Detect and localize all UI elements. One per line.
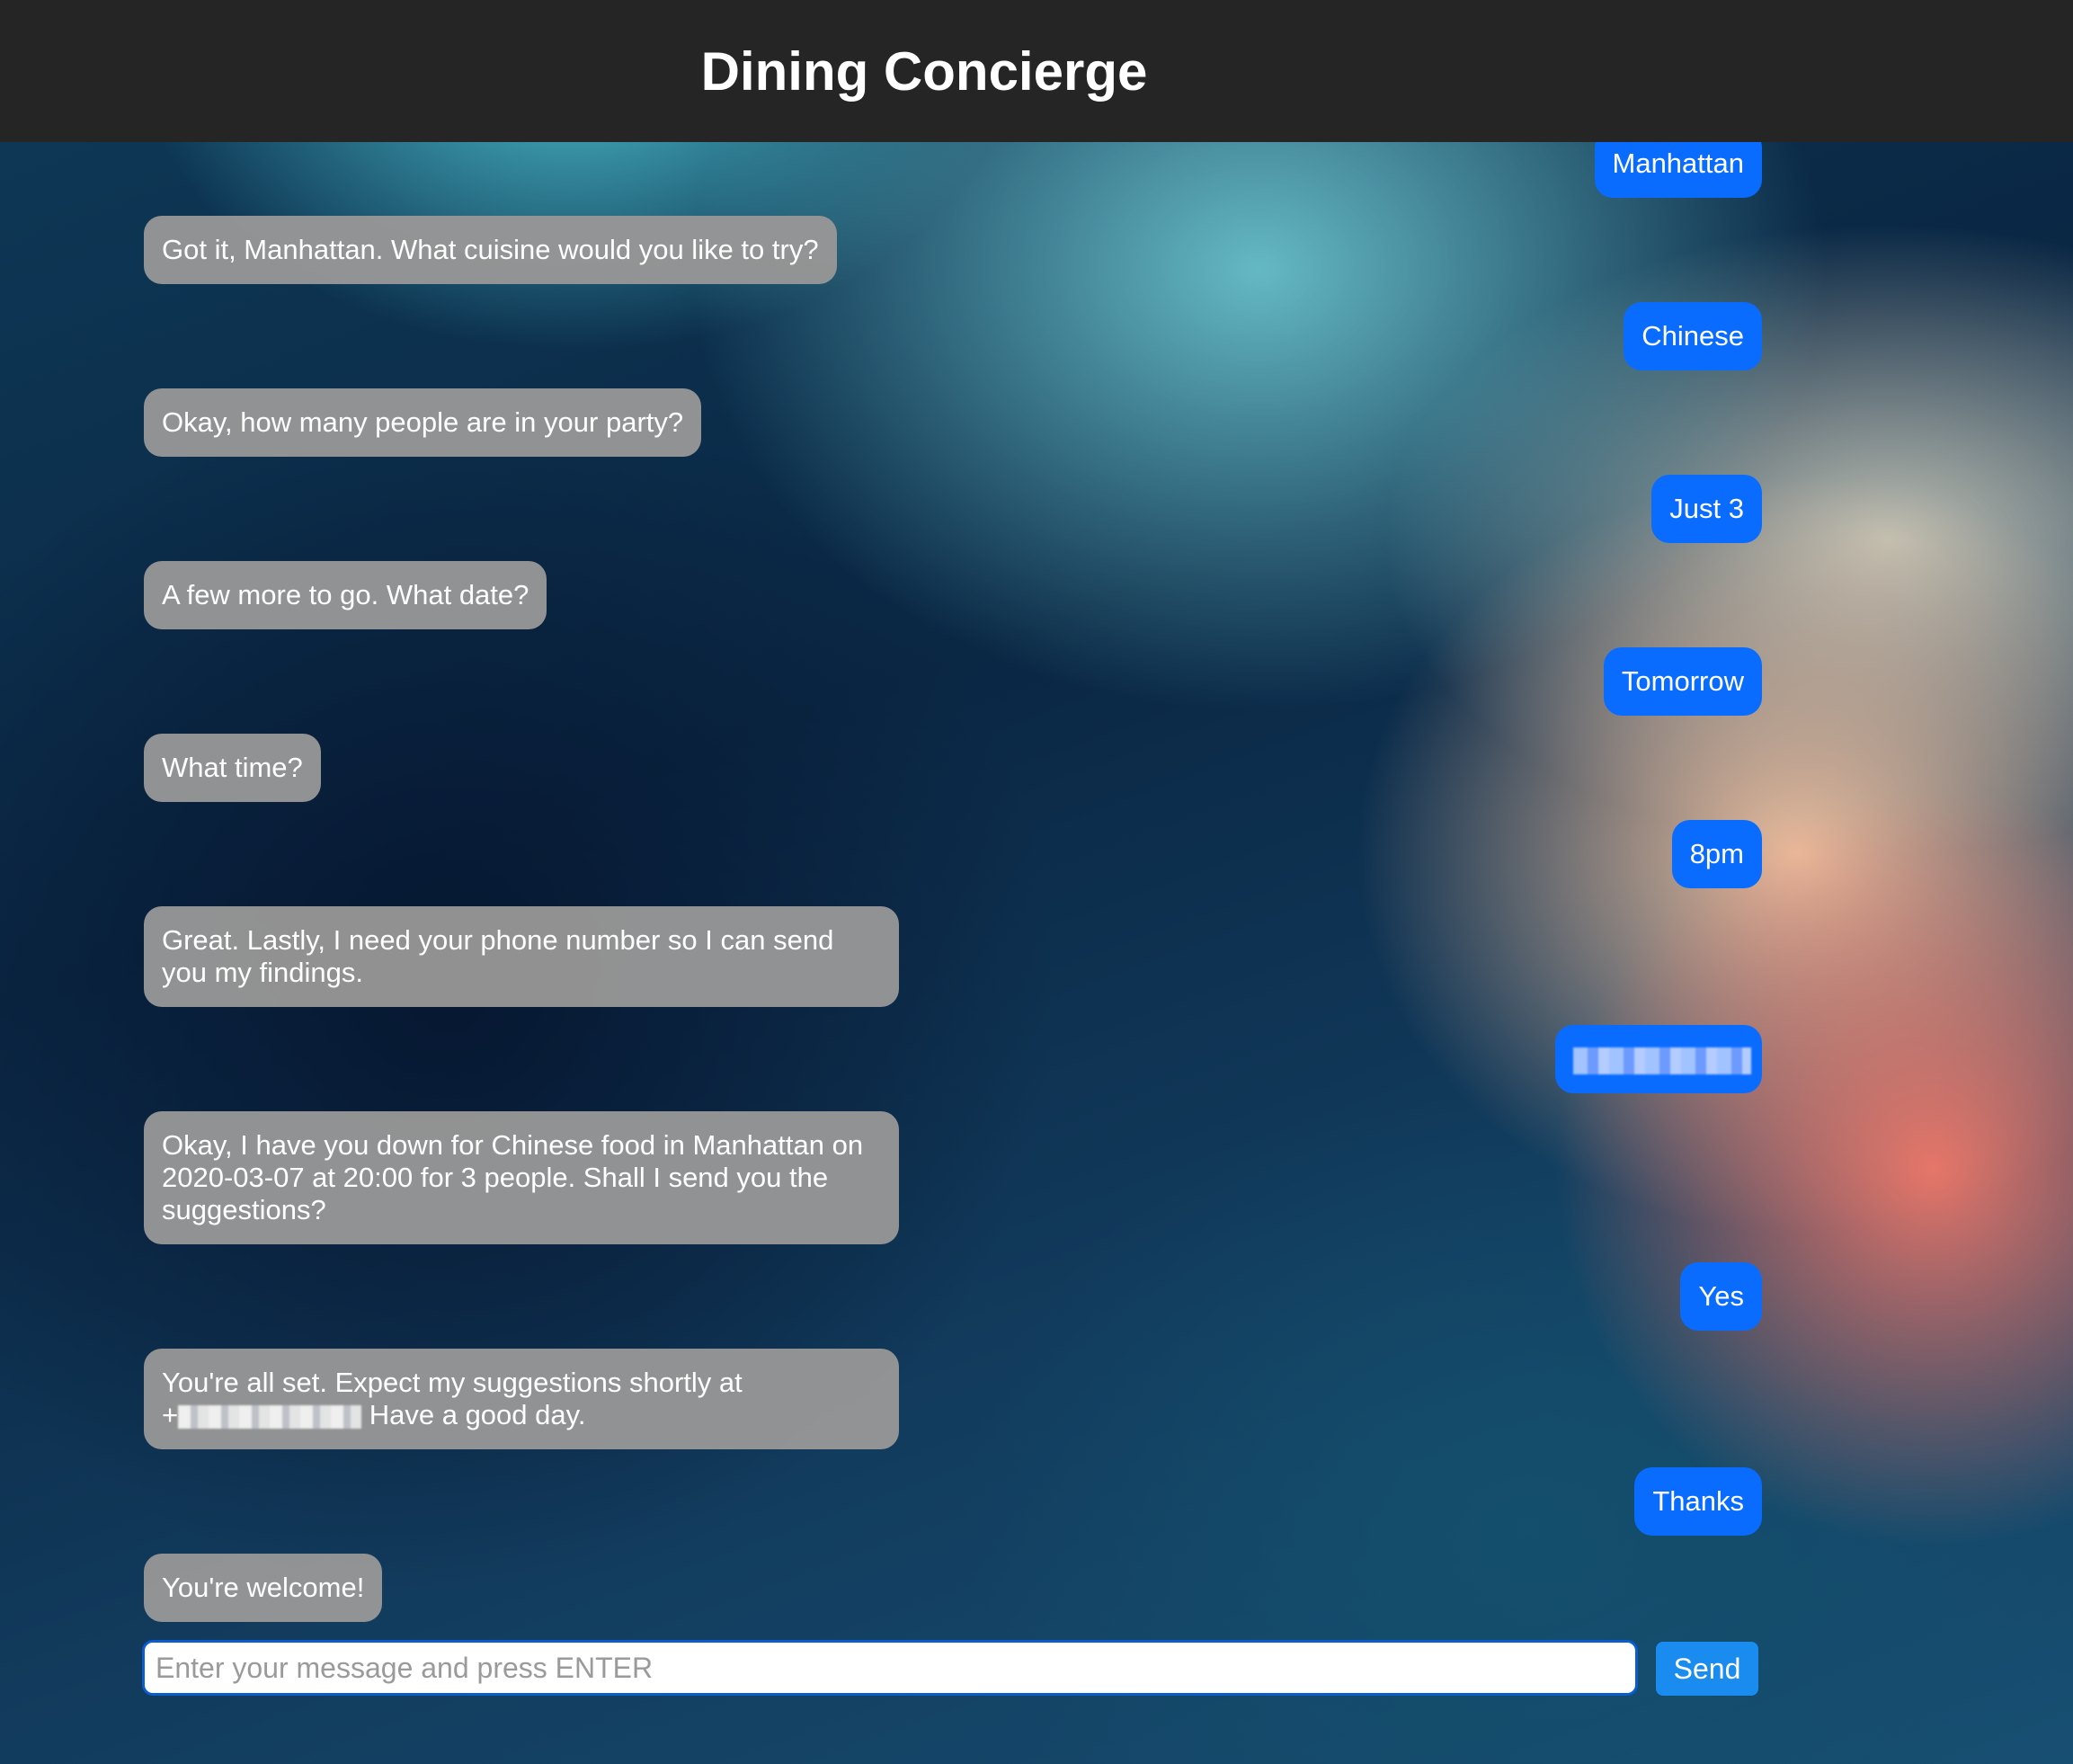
message-text: Have a good day. <box>369 1399 586 1430</box>
app-title: Dining Concierge <box>700 40 1148 102</box>
message-text: Okay, I have you down for Chinese food i… <box>162 1129 864 1225</box>
message-text: Thanks <box>1652 1485 1744 1517</box>
user-message: 8pm <box>1671 820 1762 888</box>
user-message: Yes <box>1680 1262 1762 1331</box>
user-message: Thanks <box>1634 1467 1762 1536</box>
message-input[interactable] <box>142 1640 1638 1696</box>
message-text: Chinese <box>1641 320 1744 352</box>
redacted-phone-number <box>178 1404 362 1429</box>
bot-message: What time? <box>144 734 321 802</box>
app-header: Dining Concierge <box>0 0 2073 142</box>
bot-message: You're all set. Expect my suggestions sh… <box>144 1349 899 1449</box>
message-text: Manhattan <box>1612 147 1745 179</box>
message-text: You're all set. Expect my suggestions sh… <box>162 1367 743 1398</box>
bot-message: Okay, how many people are in your party? <box>144 388 702 457</box>
message-text: A few more to go. What date? <box>162 579 529 610</box>
user-message: Just 3 <box>1651 475 1762 543</box>
message-text: Great. Lastly, I need your phone number … <box>162 924 834 988</box>
bot-message: Okay, I have you down for Chinese food i… <box>144 1111 899 1244</box>
send-button[interactable]: Send <box>1656 1642 1758 1696</box>
redacted-phone-number <box>1573 1047 1751 1074</box>
bot-message: Got it, Manhattan. What cuisine would yo… <box>144 216 837 284</box>
bot-message: Great. Lastly, I need your phone number … <box>144 906 899 1007</box>
chat-app: Dining Concierge Manhattan Got it, Manha… <box>0 0 2073 1764</box>
bot-message: A few more to go. What date? <box>144 561 547 629</box>
user-message <box>1555 1025 1762 1093</box>
user-message: Chinese <box>1624 302 1762 370</box>
user-message: Tomorrow <box>1603 647 1762 716</box>
message-text: Got it, Manhattan. What cuisine would yo… <box>162 234 819 265</box>
message-text: 8pm <box>1689 838 1744 869</box>
message-text: Yes <box>1698 1280 1744 1312</box>
bot-message: You're welcome! <box>144 1554 383 1622</box>
message-text: What time? <box>162 752 303 783</box>
message-text: + <box>162 1399 179 1430</box>
message-text: You're welcome! <box>162 1572 365 1603</box>
message-text: Okay, how many people are in your party? <box>162 406 684 438</box>
message-text: Tomorrow <box>1621 665 1744 697</box>
message-text: Just 3 <box>1669 493 1744 524</box>
